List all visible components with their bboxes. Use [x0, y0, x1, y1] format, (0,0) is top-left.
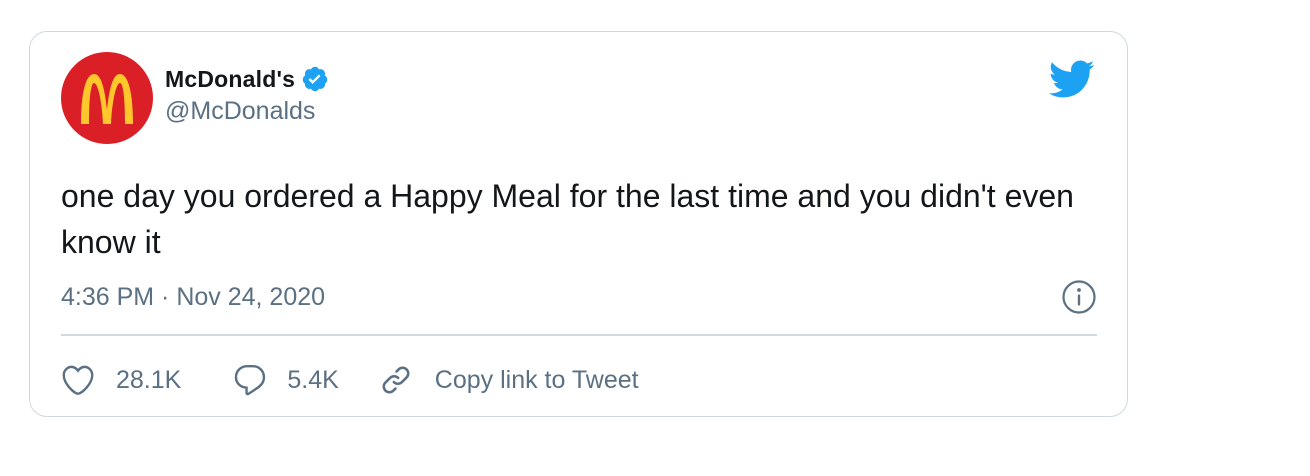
reply-button[interactable]: 5.4K	[233, 363, 339, 397]
like-button[interactable]: 28.1K	[61, 363, 181, 397]
tweet-actions: 28.1K 5.4K Copy link to Tweet	[61, 360, 639, 400]
timestamp-row: 4:36 PM · Nov 24, 2020	[61, 277, 1097, 317]
verified-badge-icon	[301, 65, 329, 93]
speech-bubble-icon	[233, 363, 267, 397]
info-icon[interactable]	[1061, 279, 1097, 315]
like-count: 28.1K	[116, 365, 182, 394]
heart-icon	[61, 363, 95, 397]
copy-link-button[interactable]: Copy link to Tweet	[379, 363, 639, 397]
author-block[interactable]: McDonald's @McDonalds	[165, 63, 329, 126]
display-name[interactable]: McDonald's	[165, 66, 295, 93]
mcdonalds-logo-icon	[81, 74, 133, 124]
reply-count: 5.4K	[287, 365, 339, 394]
copy-link-label: Copy link to Tweet	[434, 365, 639, 394]
divider	[61, 334, 1097, 336]
tweet-text: one day you ordered a Happy Meal for the…	[61, 178, 1074, 260]
twitter-bird-icon[interactable]	[1046, 59, 1096, 99]
link-icon	[379, 363, 413, 397]
tweet-timestamp[interactable]: 4:36 PM · Nov 24, 2020	[61, 283, 325, 312]
avatar[interactable]	[61, 52, 153, 144]
user-handle[interactable]: @McDonalds	[165, 97, 329, 126]
tweet-card[interactable]: McDonald's @McDonalds one day you ordere…	[29, 31, 1128, 417]
